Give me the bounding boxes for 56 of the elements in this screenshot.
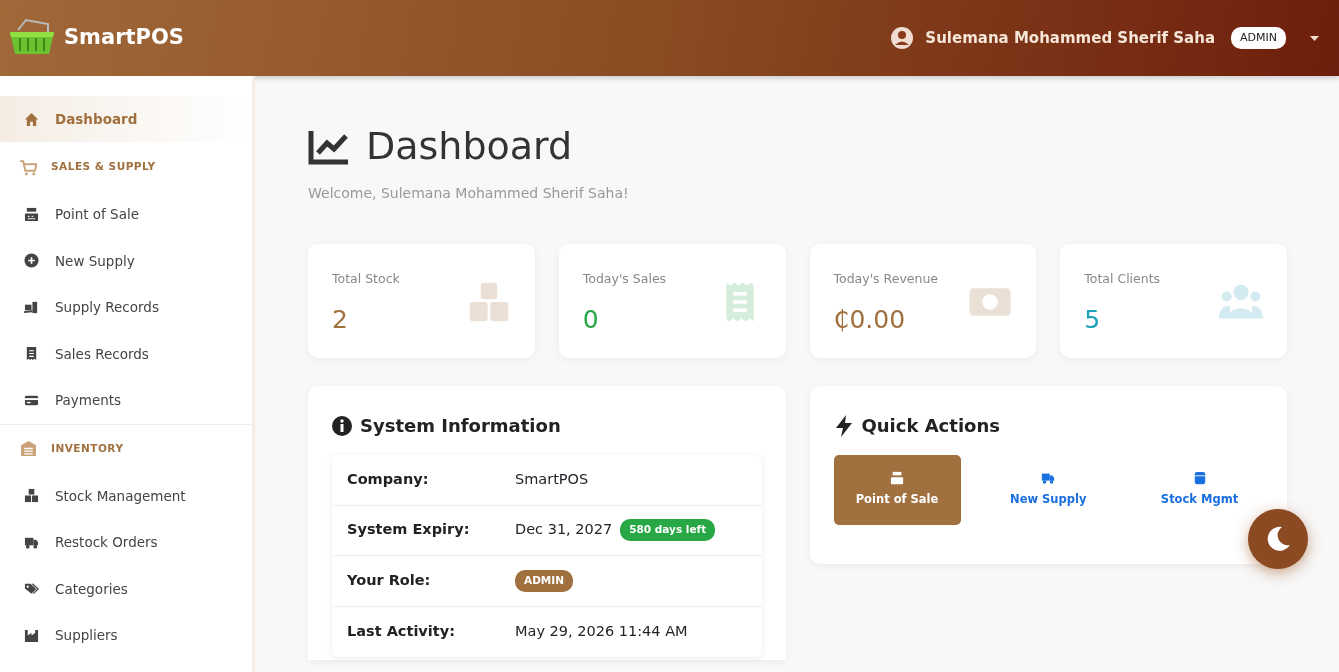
info-value: May 29, 2026 11:44 AM [515, 621, 688, 641]
cash-register-icon [890, 471, 904, 486]
sidebar-item[interactable]: Payments [0, 377, 252, 424]
sidebar-item[interactable]: Suppliers [0, 612, 252, 659]
page-title: Dashboard [366, 123, 573, 170]
bolt-icon [833, 414, 854, 437]
sidebar-item[interactable]: Point of Sale [0, 191, 252, 238]
sidebar-item[interactable]: Restock Orders [0, 519, 252, 566]
quick-action-button[interactable]: New Supply [984, 455, 1112, 525]
stat-label: Total Clients [1084, 270, 1161, 288]
sidebar-item[interactable]: Sales Records [0, 330, 252, 377]
info-value: Dec 31, 2027 [515, 520, 613, 540]
info-label: Company: [347, 469, 430, 489]
cash-register-icon [24, 206, 39, 222]
industry-icon [24, 627, 39, 643]
receipt-icon [24, 346, 39, 362]
sidebar-item[interactable]: Stock Management [0, 472, 252, 519]
boxes-icon [24, 488, 39, 504]
info-label: Last Activity: [347, 621, 456, 641]
cart-icon [20, 158, 37, 176]
info-label: Your Role: [347, 570, 432, 590]
stat-value: 2 [332, 303, 349, 336]
tags-icon [24, 581, 39, 597]
truck-icon [1041, 471, 1056, 486]
user-icon [891, 27, 914, 49]
stat-label: Total Stock [332, 270, 400, 288]
caret-icon[interactable] [1310, 35, 1319, 41]
role-badge: ADMIN [1231, 26, 1286, 50]
welcome-text: Welcome, Sulemana Mohammed Sherif Saha! [308, 184, 630, 203]
section-heading: INVENTORY [51, 440, 124, 456]
user-name[interactable]: Sulemana Mohammed Sherif Saha [925, 26, 1216, 50]
info-label: System Expiry: [347, 520, 471, 540]
plus-circle-icon [24, 253, 39, 269]
section-heading: SALES & SUPPLY [51, 159, 156, 175]
stat-value: 0 [582, 303, 600, 336]
dolly-icon [24, 299, 39, 315]
card-title: Quick Actions [861, 414, 1000, 438]
info-value: SmartPOS [515, 469, 589, 489]
stat-label: Today's Revenue [833, 270, 938, 288]
role-badge: ADMIN [515, 569, 573, 592]
theme-toggle-button[interactable] [1248, 509, 1308, 569]
sidebar-item[interactable]: New Supply [0, 237, 252, 284]
stat-value: 5 [1084, 303, 1102, 336]
days-left-badge: 580 days left [620, 519, 716, 542]
brand-name[interactable]: SmartPOS [64, 22, 184, 54]
info-icon [332, 415, 352, 436]
box-icon [1192, 471, 1207, 486]
stat-label: Today's Sales [582, 270, 667, 288]
quick-action-button[interactable]: Point of Sale [833, 455, 961, 525]
home-icon [24, 111, 39, 127]
warehouse-icon [20, 440, 37, 457]
sidebar-item[interactable]: Categories [0, 565, 252, 612]
stat-value: ₵0.00 [833, 303, 907, 336]
sidebar-item[interactable]: Supply Records [0, 284, 252, 331]
chart-line-icon [308, 128, 350, 165]
card-title: System Information [360, 414, 561, 438]
